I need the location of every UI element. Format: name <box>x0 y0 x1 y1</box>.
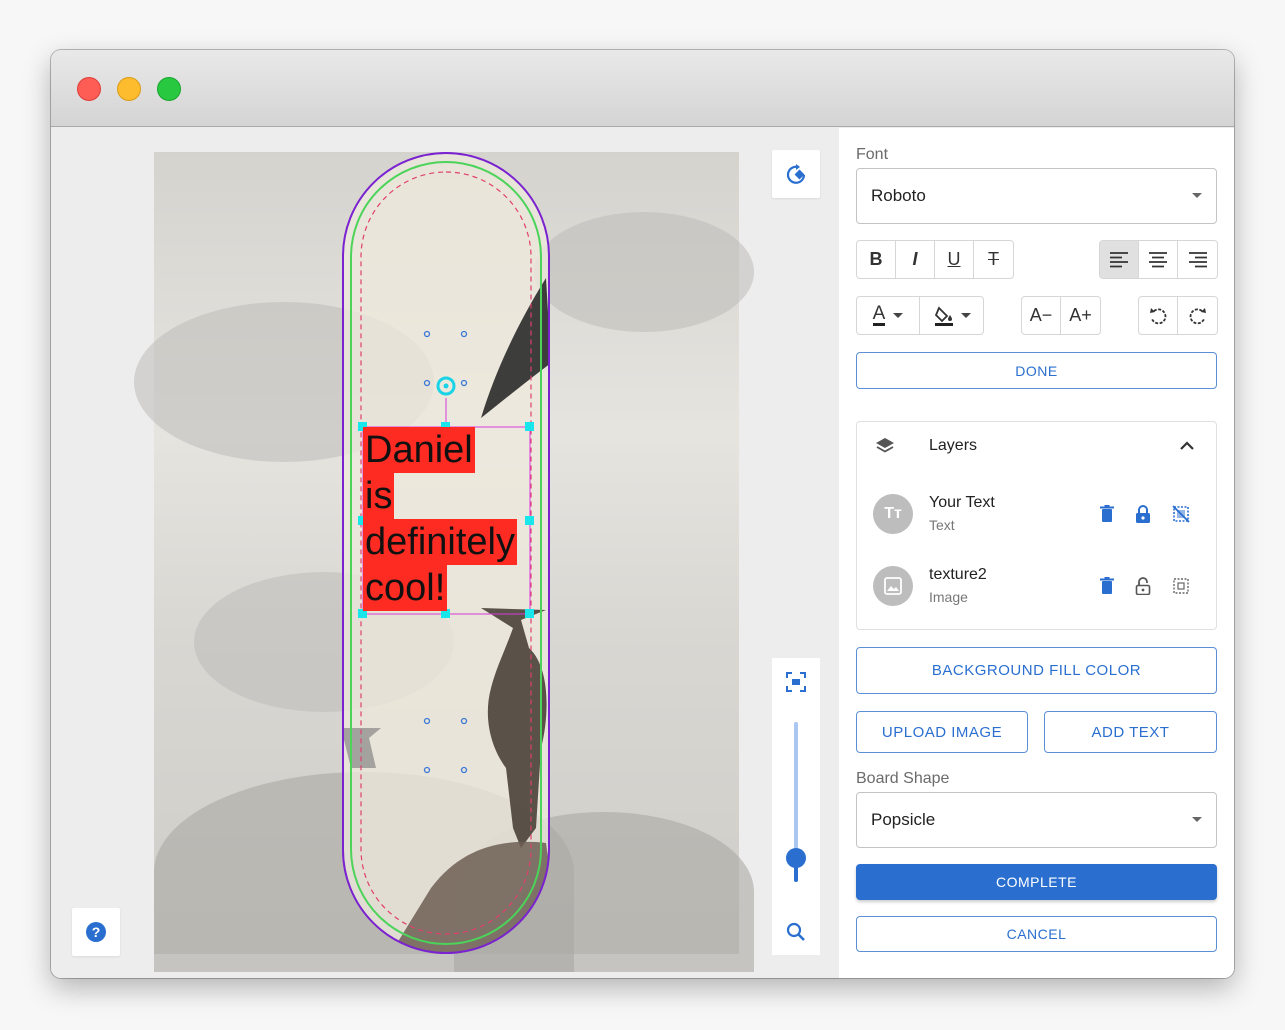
layer-select-button[interactable] <box>1171 576 1191 596</box>
rotate-group <box>1138 296 1218 335</box>
chevron-down-icon <box>1192 193 1202 198</box>
image-icon <box>884 577 902 595</box>
done-button[interactable]: DONE <box>856 352 1217 389</box>
cancel-button[interactable]: CANCEL <box>856 916 1217 952</box>
title-bar <box>51 50 1234 127</box>
select-off-icon <box>1172 505 1190 523</box>
maximize-window-button[interactable] <box>157 77 181 101</box>
text-line-2: is <box>363 473 395 519</box>
lock-layer-button[interactable] <box>1133 504 1153 524</box>
layers-title: Layers <box>929 437 978 454</box>
rotate-left-icon <box>1150 307 1167 324</box>
fit-screen-button[interactable] <box>784 670 808 699</box>
layer-visibility-button[interactable] <box>1171 504 1191 524</box>
layer-type: Image <box>929 589 968 605</box>
delete-layer-button[interactable] <box>1097 576 1117 596</box>
lock-icon <box>1136 505 1150 523</box>
color-tools-group: A <box>856 296 984 335</box>
help-icon: ? <box>86 922 106 942</box>
text-line-1: Daniel <box>363 427 475 473</box>
align-center-button[interactable] <box>1139 241 1178 278</box>
align-left-button[interactable] <box>1100 241 1139 278</box>
chevron-down-icon <box>960 313 971 318</box>
board-shape-value: Popsicle <box>871 810 936 829</box>
svg-text:?: ? <box>92 924 101 940</box>
properties-sidebar: Font Roboto B I U T A A− A+ DONE Layers … <box>839 128 1234 978</box>
chevron-down-icon <box>1192 817 1202 822</box>
background-fill-color-button[interactable]: BACKGROUND FILL COLOR <box>856 647 1217 694</box>
font-size-group: A− A+ <box>1021 296 1101 335</box>
underline-button[interactable]: U <box>935 241 974 278</box>
image-layer-avatar <box>873 566 913 606</box>
chevron-down-icon <box>893 313 904 318</box>
rotate-left-button[interactable] <box>1139 297 1178 334</box>
text-layer[interactable]: Daniel is definitely cool! <box>363 427 530 614</box>
rotate-fill-button[interactable] <box>772 150 820 198</box>
layer-type: Text <box>929 517 955 533</box>
rotate-right-icon <box>1189 307 1206 324</box>
fit-screen-icon <box>786 672 806 692</box>
upload-image-button[interactable]: UPLOAD IMAGE <box>856 711 1028 753</box>
app-window: Daniel is definitely cool! ? Font Roboto… <box>51 50 1234 978</box>
zoom-button[interactable] <box>784 920 808 949</box>
bold-button[interactable]: B <box>857 241 896 278</box>
add-text-button[interactable]: ADD TEXT <box>1044 711 1217 753</box>
board-shape-select[interactable]: Popsicle <box>856 792 1217 848</box>
unlock-icon <box>1135 577 1151 595</box>
delete-layer-button[interactable] <box>1097 504 1117 524</box>
minimize-window-button[interactable] <box>117 77 141 101</box>
layer-name: Your Text <box>929 494 995 511</box>
trash-icon <box>1100 577 1114 594</box>
text-line-4: cool! <box>363 565 448 611</box>
zoom-slider-thumb[interactable] <box>786 848 806 868</box>
trash-icon <box>1100 505 1114 522</box>
align-right-button[interactable] <box>1178 241 1217 278</box>
increase-font-button[interactable]: A+ <box>1061 297 1100 334</box>
text-color-button[interactable]: A <box>857 297 920 334</box>
collapse-layers-button[interactable] <box>1179 438 1195 456</box>
decrease-font-button[interactable]: A− <box>1022 297 1061 334</box>
zoom-icon <box>786 922 805 941</box>
select-icon <box>1173 578 1189 594</box>
font-select[interactable]: Roboto <box>856 168 1217 224</box>
align-left-icon <box>1110 251 1128 267</box>
unlock-layer-button[interactable] <box>1133 576 1153 596</box>
rotate-right-button[interactable] <box>1178 297 1217 334</box>
close-window-button[interactable] <box>77 77 101 101</box>
rotate-fill-icon <box>786 164 806 184</box>
board-shape-label: Board Shape <box>856 770 950 787</box>
zoom-panel <box>772 658 820 955</box>
fill-color-button[interactable] <box>920 297 983 334</box>
layer-name: texture2 <box>929 566 987 583</box>
text-color-icon: A <box>872 303 886 326</box>
layers-panel: Layers Tт Your Text Text texture2 Image <box>856 421 1217 630</box>
text-layer-avatar: Tт <box>873 494 913 534</box>
editor-content: Daniel is definitely cool! ? Font Roboto… <box>51 128 1234 978</box>
align-right-icon <box>1188 251 1207 267</box>
chevron-up-icon <box>1180 441 1194 450</box>
font-label: Font <box>856 146 889 163</box>
text-line-3: definitely <box>363 519 517 565</box>
complete-button[interactable]: COMPLETE <box>856 864 1217 900</box>
text-align-group <box>1099 240 1218 279</box>
text-style-group: B I U T <box>856 240 1014 279</box>
help-button[interactable]: ? <box>72 908 120 956</box>
strikethrough-button[interactable]: T <box>974 241 1013 278</box>
align-center-icon <box>1149 251 1167 267</box>
font-select-value: Roboto <box>871 186 926 205</box>
fill-bucket-icon <box>934 305 953 326</box>
italic-button[interactable]: I <box>896 241 935 278</box>
layers-icon <box>875 436 895 461</box>
